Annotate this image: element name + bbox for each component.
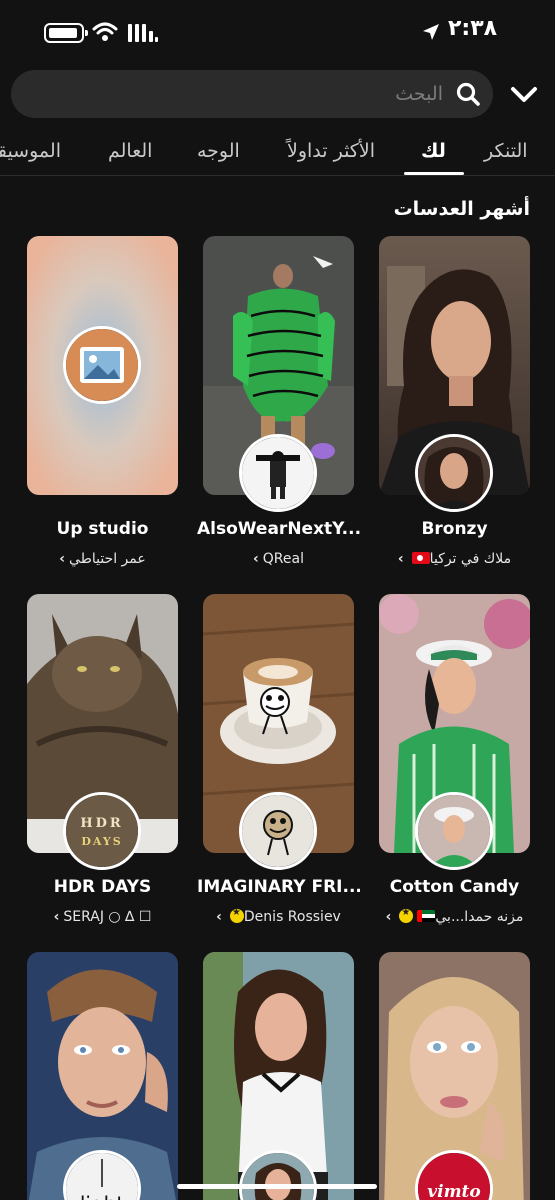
chevron-left-icon: ‹ — [59, 551, 66, 567]
lens-title: Bronzy — [421, 519, 488, 539]
lens-creator[interactable]: ‹ مزنه حمدا...بي — [371, 907, 538, 925]
chevron-left-icon: ‹ — [216, 909, 222, 925]
chevron-left-icon: ‹ — [397, 551, 404, 567]
chevron-left-icon: ‹ — [53, 909, 60, 925]
signal-icon — [128, 24, 158, 42]
section-title: أشهر العدسات — [393, 198, 530, 220]
lens-title: Up studio — [56, 519, 149, 539]
lens-creator[interactable]: ‹ QReal — [195, 551, 362, 567]
chevron-left-icon: ‹ — [253, 551, 259, 567]
star-badge-icon — [229, 907, 244, 923]
lens-creator[interactable]: ‹ Denis Rossiev — [195, 907, 362, 925]
search-input[interactable] — [63, 79, 443, 109]
hdr-avatar-text: HDR — [80, 816, 123, 831]
light-avatar-text: light — [80, 1192, 124, 1200]
home-indicator — [177, 1184, 377, 1189]
tab-music[interactable]: الموسيقى — [0, 140, 61, 162]
creator-name: QReal — [262, 551, 304, 567]
creator-name: ملاك في تركيا — [429, 551, 512, 567]
lens-title: IMAGINARY FRI... — [197, 877, 360, 897]
tab-face[interactable]: الوجه — [197, 140, 240, 162]
lens-title: Cotton Candy — [389, 877, 520, 897]
tab-world[interactable]: العالم — [108, 140, 152, 162]
search-icon — [456, 82, 480, 106]
wifi-icon — [92, 22, 118, 41]
search-bar[interactable] — [11, 70, 493, 118]
creator-avatar[interactable] — [415, 434, 493, 512]
tab-costumes[interactable]: التنكر — [484, 140, 528, 162]
creator-name: Denis Rossiev — [243, 909, 341, 925]
status-bar: ٢:٣٨ — [0, 0, 555, 64]
tab-trending[interactable]: الأكثر تداولاً — [287, 140, 375, 162]
svg-text:DAYS: DAYS — [81, 835, 122, 848]
vimto-avatar-text: vimto — [427, 1182, 481, 1200]
battery-icon — [44, 23, 88, 43]
creator-avatar[interactable] — [239, 434, 317, 512]
creator-avatar[interactable] — [415, 792, 493, 870]
creator-name: عمر احتياطي — [69, 551, 146, 567]
status-time: ٢:٣٨ — [448, 16, 498, 41]
uae-flag-icon — [417, 910, 436, 922]
turkey-flag-icon — [411, 552, 430, 564]
chevron-down-icon[interactable] — [508, 80, 540, 108]
creator-avatar[interactable]: HDR DAYS — [63, 792, 141, 870]
lens-creator[interactable]: ‹ SERAJ ○ ∆ ☐ — [19, 909, 186, 925]
creator-name: SERAJ ○ ∆ ☐ — [63, 909, 152, 925]
creator-avatar[interactable] — [63, 326, 141, 404]
location-arrow-icon — [423, 24, 439, 40]
creator-name: مزنه حمدا...بي — [435, 909, 524, 925]
lens-title: HDR DAYS — [53, 877, 152, 897]
lens-creator[interactable]: ‹ ملاك في تركيا — [371, 551, 538, 567]
lens-creator[interactable]: ‹ عمر احتياطي — [19, 551, 186, 567]
active-tab-indicator — [404, 172, 464, 175]
category-tabs: التنكر لك الأكثر تداولاً الوجه العالم ال… — [0, 130, 555, 176]
chevron-left-icon: ‹ — [385, 909, 392, 925]
lens-title: AlsoWearNextY... — [197, 519, 360, 539]
tab-for-you[interactable]: لك — [421, 140, 446, 162]
star-badge-icon — [399, 907, 414, 923]
creator-avatar[interactable] — [239, 792, 317, 870]
